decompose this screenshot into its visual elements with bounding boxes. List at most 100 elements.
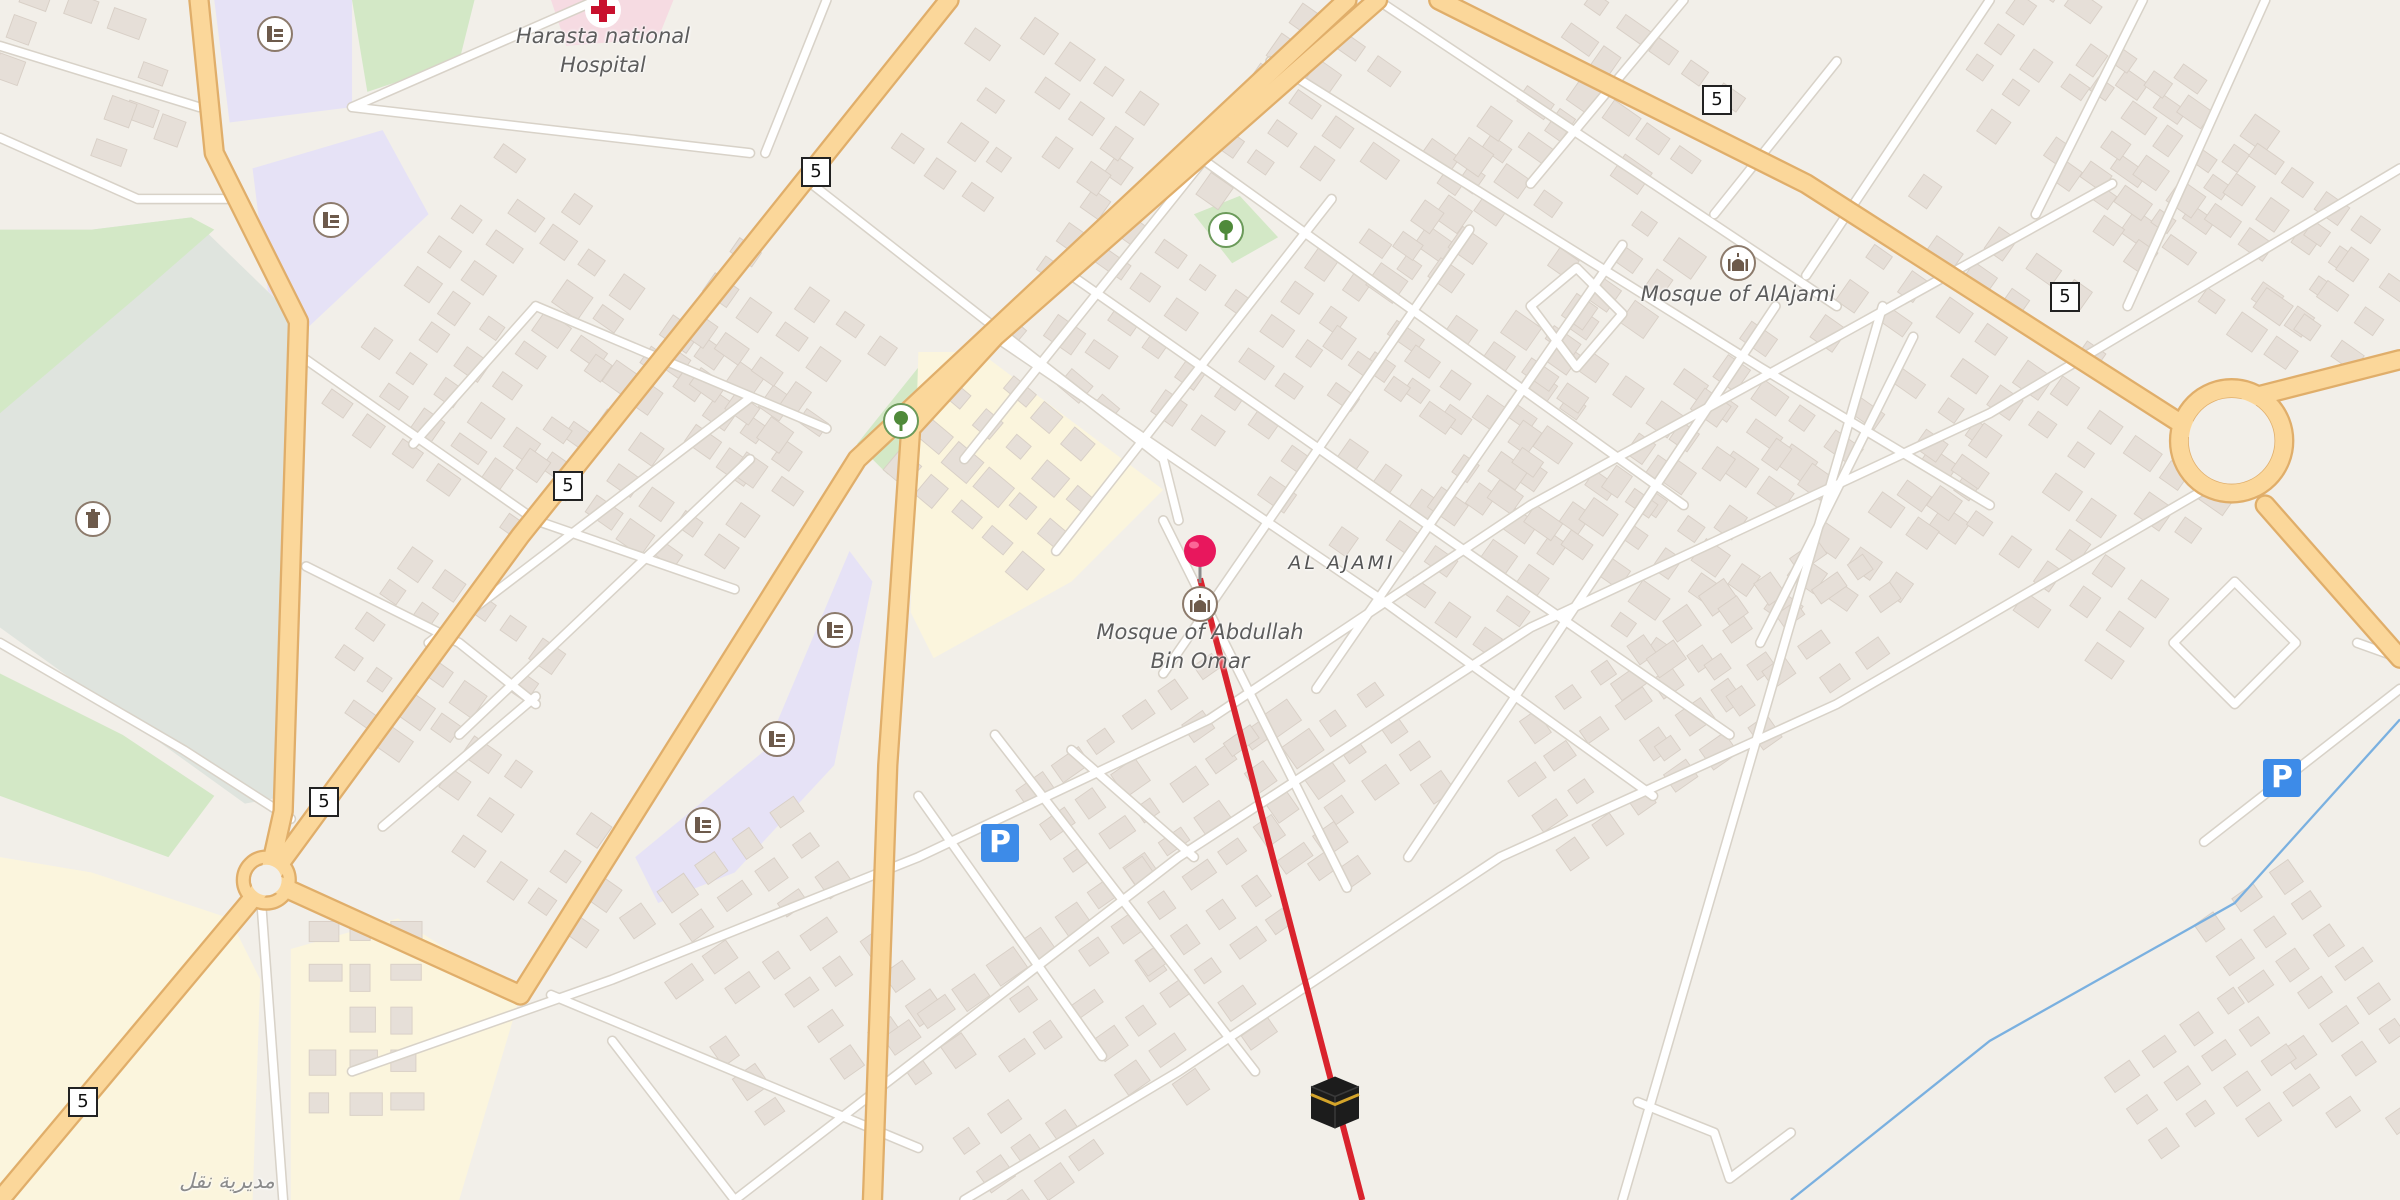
- building: [1259, 313, 1296, 349]
- building: [1124, 1004, 1157, 1037]
- building: [1476, 105, 1514, 142]
- building: [2334, 946, 2374, 982]
- building: [2297, 975, 2334, 1010]
- building: [784, 976, 820, 1008]
- building: [963, 27, 1002, 62]
- building: [1555, 836, 1590, 872]
- building: [5, 13, 38, 46]
- mosque-icon[interactable]: [1720, 245, 1756, 281]
- building: [63, 0, 100, 24]
- building: [395, 351, 428, 386]
- cemetery-icon[interactable]: [75, 501, 111, 537]
- building: [793, 286, 831, 324]
- building: [1359, 141, 1401, 181]
- building: [349, 1092, 383, 1116]
- building: [1495, 595, 1531, 628]
- building: [2244, 1101, 2283, 1138]
- building: [486, 860, 529, 901]
- route-shield: 5: [801, 157, 831, 187]
- building: [1627, 579, 1671, 621]
- building: [137, 61, 169, 87]
- building: [2356, 982, 2392, 1016]
- building: [1788, 404, 1816, 433]
- building: [1507, 761, 1547, 798]
- building: [735, 296, 773, 334]
- building: [1078, 936, 1110, 967]
- building: [349, 1006, 376, 1033]
- building: [2041, 472, 2084, 512]
- building: [499, 614, 528, 642]
- building: [1965, 510, 1994, 537]
- building: [1086, 727, 1116, 756]
- building: [2092, 214, 2126, 247]
- mosque-abdullah-label[interactable]: Mosque of Abdullah Bin Omar: [1096, 618, 1303, 676]
- building: [716, 879, 753, 913]
- location-pin-icon[interactable]: [1180, 533, 1220, 588]
- building: [806, 1008, 845, 1044]
- building: [2325, 1095, 2362, 1129]
- building: [308, 963, 343, 982]
- school-icon[interactable]: [257, 16, 293, 52]
- tree-icon[interactable]: [883, 403, 919, 439]
- school-icon[interactable]: [685, 807, 721, 843]
- building: [703, 533, 740, 570]
- building: [1067, 101, 1106, 137]
- building: [1366, 55, 1402, 88]
- building: [2001, 78, 2031, 107]
- building: [2060, 73, 2091, 102]
- building: [2263, 335, 2299, 371]
- map-view[interactable]: Harasta national Hospital Mosque of AlAj…: [0, 0, 2400, 1200]
- building: [2253, 915, 2287, 949]
- building: [539, 223, 579, 262]
- building: [1560, 22, 1600, 58]
- kaaba-icon[interactable]: [1307, 1073, 1363, 1138]
- building: [1976, 108, 2012, 145]
- building: [1124, 90, 1160, 127]
- building: [1276, 841, 1314, 875]
- building: [890, 132, 925, 165]
- building: [18, 0, 56, 13]
- building: [1937, 397, 1965, 425]
- building: [153, 113, 187, 148]
- route-shield: 5: [68, 1087, 98, 1117]
- building: [577, 248, 606, 277]
- building: [2152, 124, 2184, 158]
- building: [90, 138, 128, 168]
- building: [2237, 969, 2275, 1004]
- building: [106, 7, 147, 41]
- building: [1280, 280, 1315, 315]
- parking-icon[interactable]: P: [981, 824, 1019, 862]
- mosque-icon[interactable]: [1182, 586, 1218, 622]
- building: [436, 290, 472, 327]
- school-icon[interactable]: [313, 202, 349, 238]
- building: [2282, 1073, 2321, 1108]
- building: [618, 902, 657, 940]
- building: [771, 475, 805, 507]
- school-icon[interactable]: [759, 721, 795, 757]
- building: [1533, 189, 1564, 219]
- hospital-cross-icon[interactable]: [585, 0, 621, 28]
- building: [1121, 699, 1156, 731]
- building: [2025, 0, 2068, 3]
- building: [1321, 115, 1355, 150]
- hospital-label[interactable]: Harasta national Hospital: [516, 22, 690, 80]
- building: [390, 963, 422, 981]
- school-icon[interactable]: [817, 612, 853, 648]
- building: [426, 235, 463, 269]
- building: [1635, 122, 1671, 156]
- parking-icon[interactable]: P: [2263, 759, 2301, 797]
- building: [2378, 1017, 2400, 1045]
- building: [1205, 898, 1237, 931]
- building: [2122, 434, 2163, 473]
- building: [2203, 202, 2243, 239]
- mosque-alajami-label[interactable]: Mosque of AlAjami: [1641, 280, 1836, 309]
- building: [997, 1037, 1036, 1073]
- building: [2075, 497, 2117, 539]
- building: [923, 157, 957, 190]
- building: [418, 321, 451, 354]
- building: [2143, 70, 2174, 99]
- building: [1299, 145, 1336, 182]
- building: [403, 265, 444, 304]
- building: [2378, 272, 2400, 304]
- tree-icon[interactable]: [1208, 212, 1244, 248]
